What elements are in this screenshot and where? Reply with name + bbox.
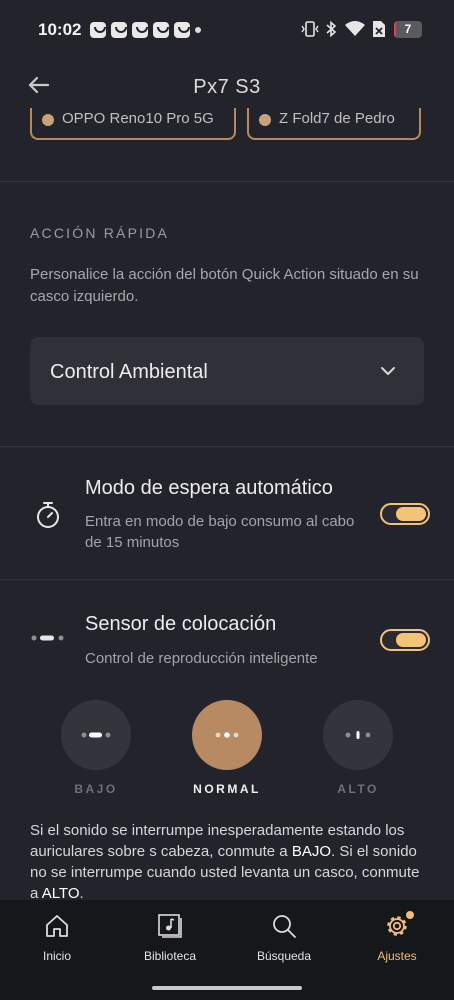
level-high-button[interactable] (323, 700, 393, 770)
info-low-keyword: BAJO (291, 843, 331, 860)
sensor-info-text: Si el sonido se interrumpe inesperadamen… (30, 820, 430, 904)
auto-standby-subtitle: Entra en modo de bajo consumo al cabo de… (85, 513, 355, 551)
toggle-knob (396, 507, 426, 521)
nav-item-label: Búsqueda (256, 949, 312, 963)
level-low-label: BAJO (74, 782, 118, 796)
level-normal-label: NORMAL (193, 782, 261, 796)
divider (0, 579, 454, 580)
chevron-down-icon (381, 367, 395, 375)
notification-app-icon (153, 22, 169, 38)
auto-standby-toggle[interactable] (380, 503, 430, 525)
music-library-icon (158, 914, 182, 938)
quick-action-selected-value: Control Ambiental (50, 361, 208, 383)
device-chip-label: OPPO Reno10 Pro 5G (62, 110, 214, 127)
auto-standby-title: Modo de espera automático (85, 477, 333, 499)
notification-app-icon (174, 22, 190, 38)
bluetooth-icon (326, 20, 337, 38)
nav-item-label: Inicio (42, 949, 71, 963)
level-normal-icon (215, 732, 239, 738)
no-sim-icon (373, 21, 385, 37)
sensor-dots-icon (31, 635, 64, 641)
notification-badge (405, 910, 415, 920)
bottom-navigation: Inicio Biblioteca Búsqueda Ajustes (0, 900, 454, 1000)
toggle-knob (396, 633, 426, 647)
nav-item-ajustes[interactable]: Ajustes (347, 910, 447, 963)
home-indicator[interactable] (152, 986, 302, 990)
quick-action-select[interactable]: Control Ambiental (30, 337, 424, 405)
level-normal-button[interactable] (192, 700, 262, 770)
page-title: Px7 S3 (193, 76, 261, 98)
level-low-icon (81, 732, 111, 738)
device-dot-icon (259, 114, 271, 126)
divider (0, 181, 454, 182)
stopwatch-icon (37, 502, 59, 528)
nav-item-inicio[interactable]: Inicio (7, 912, 107, 963)
device-chip-left[interactable]: OPPO Reno10 Pro 5G (30, 108, 236, 140)
home-icon (46, 915, 68, 937)
status-time: 10:02 (38, 20, 82, 39)
wifi-icon (345, 21, 365, 36)
device-chip-label: Z Fold7 de Pedro (279, 110, 395, 127)
quick-action-description: Personalice la acción del botón Quick Ac… (30, 266, 419, 305)
wear-sensor-subtitle: Control de reproducción inteligente (85, 650, 318, 667)
search-icon (273, 915, 296, 938)
level-high-icon (345, 731, 371, 739)
quick-action-title: ACCIÓN RÁPIDA (30, 225, 170, 241)
level-high-label: ALTO (337, 782, 379, 796)
vibrate-icon (301, 21, 319, 37)
more-notifications-dot (195, 27, 201, 33)
nav-item-label: Biblioteca (143, 949, 197, 963)
wear-sensor-title: Sensor de colocación (85, 613, 277, 635)
nav-item-busqueda[interactable]: Búsqueda (234, 912, 334, 963)
status-bar: 10:02 7 (0, 0, 454, 58)
nav-item-biblioteca[interactable]: Biblioteca (120, 912, 220, 963)
battery-icon: 7 (394, 21, 422, 38)
notification-app-icon (111, 22, 127, 38)
device-dot-icon (42, 114, 54, 126)
nav-item-label: Ajustes (377, 949, 417, 963)
device-chip-right[interactable]: Z Fold7 de Pedro (247, 108, 421, 140)
notification-app-icon (132, 22, 148, 38)
wear-sensor-toggle[interactable] (380, 629, 430, 651)
divider (0, 446, 454, 447)
notification-app-icon (90, 22, 106, 38)
battery-level: 7 (404, 22, 412, 36)
level-low-button[interactable] (61, 700, 131, 770)
